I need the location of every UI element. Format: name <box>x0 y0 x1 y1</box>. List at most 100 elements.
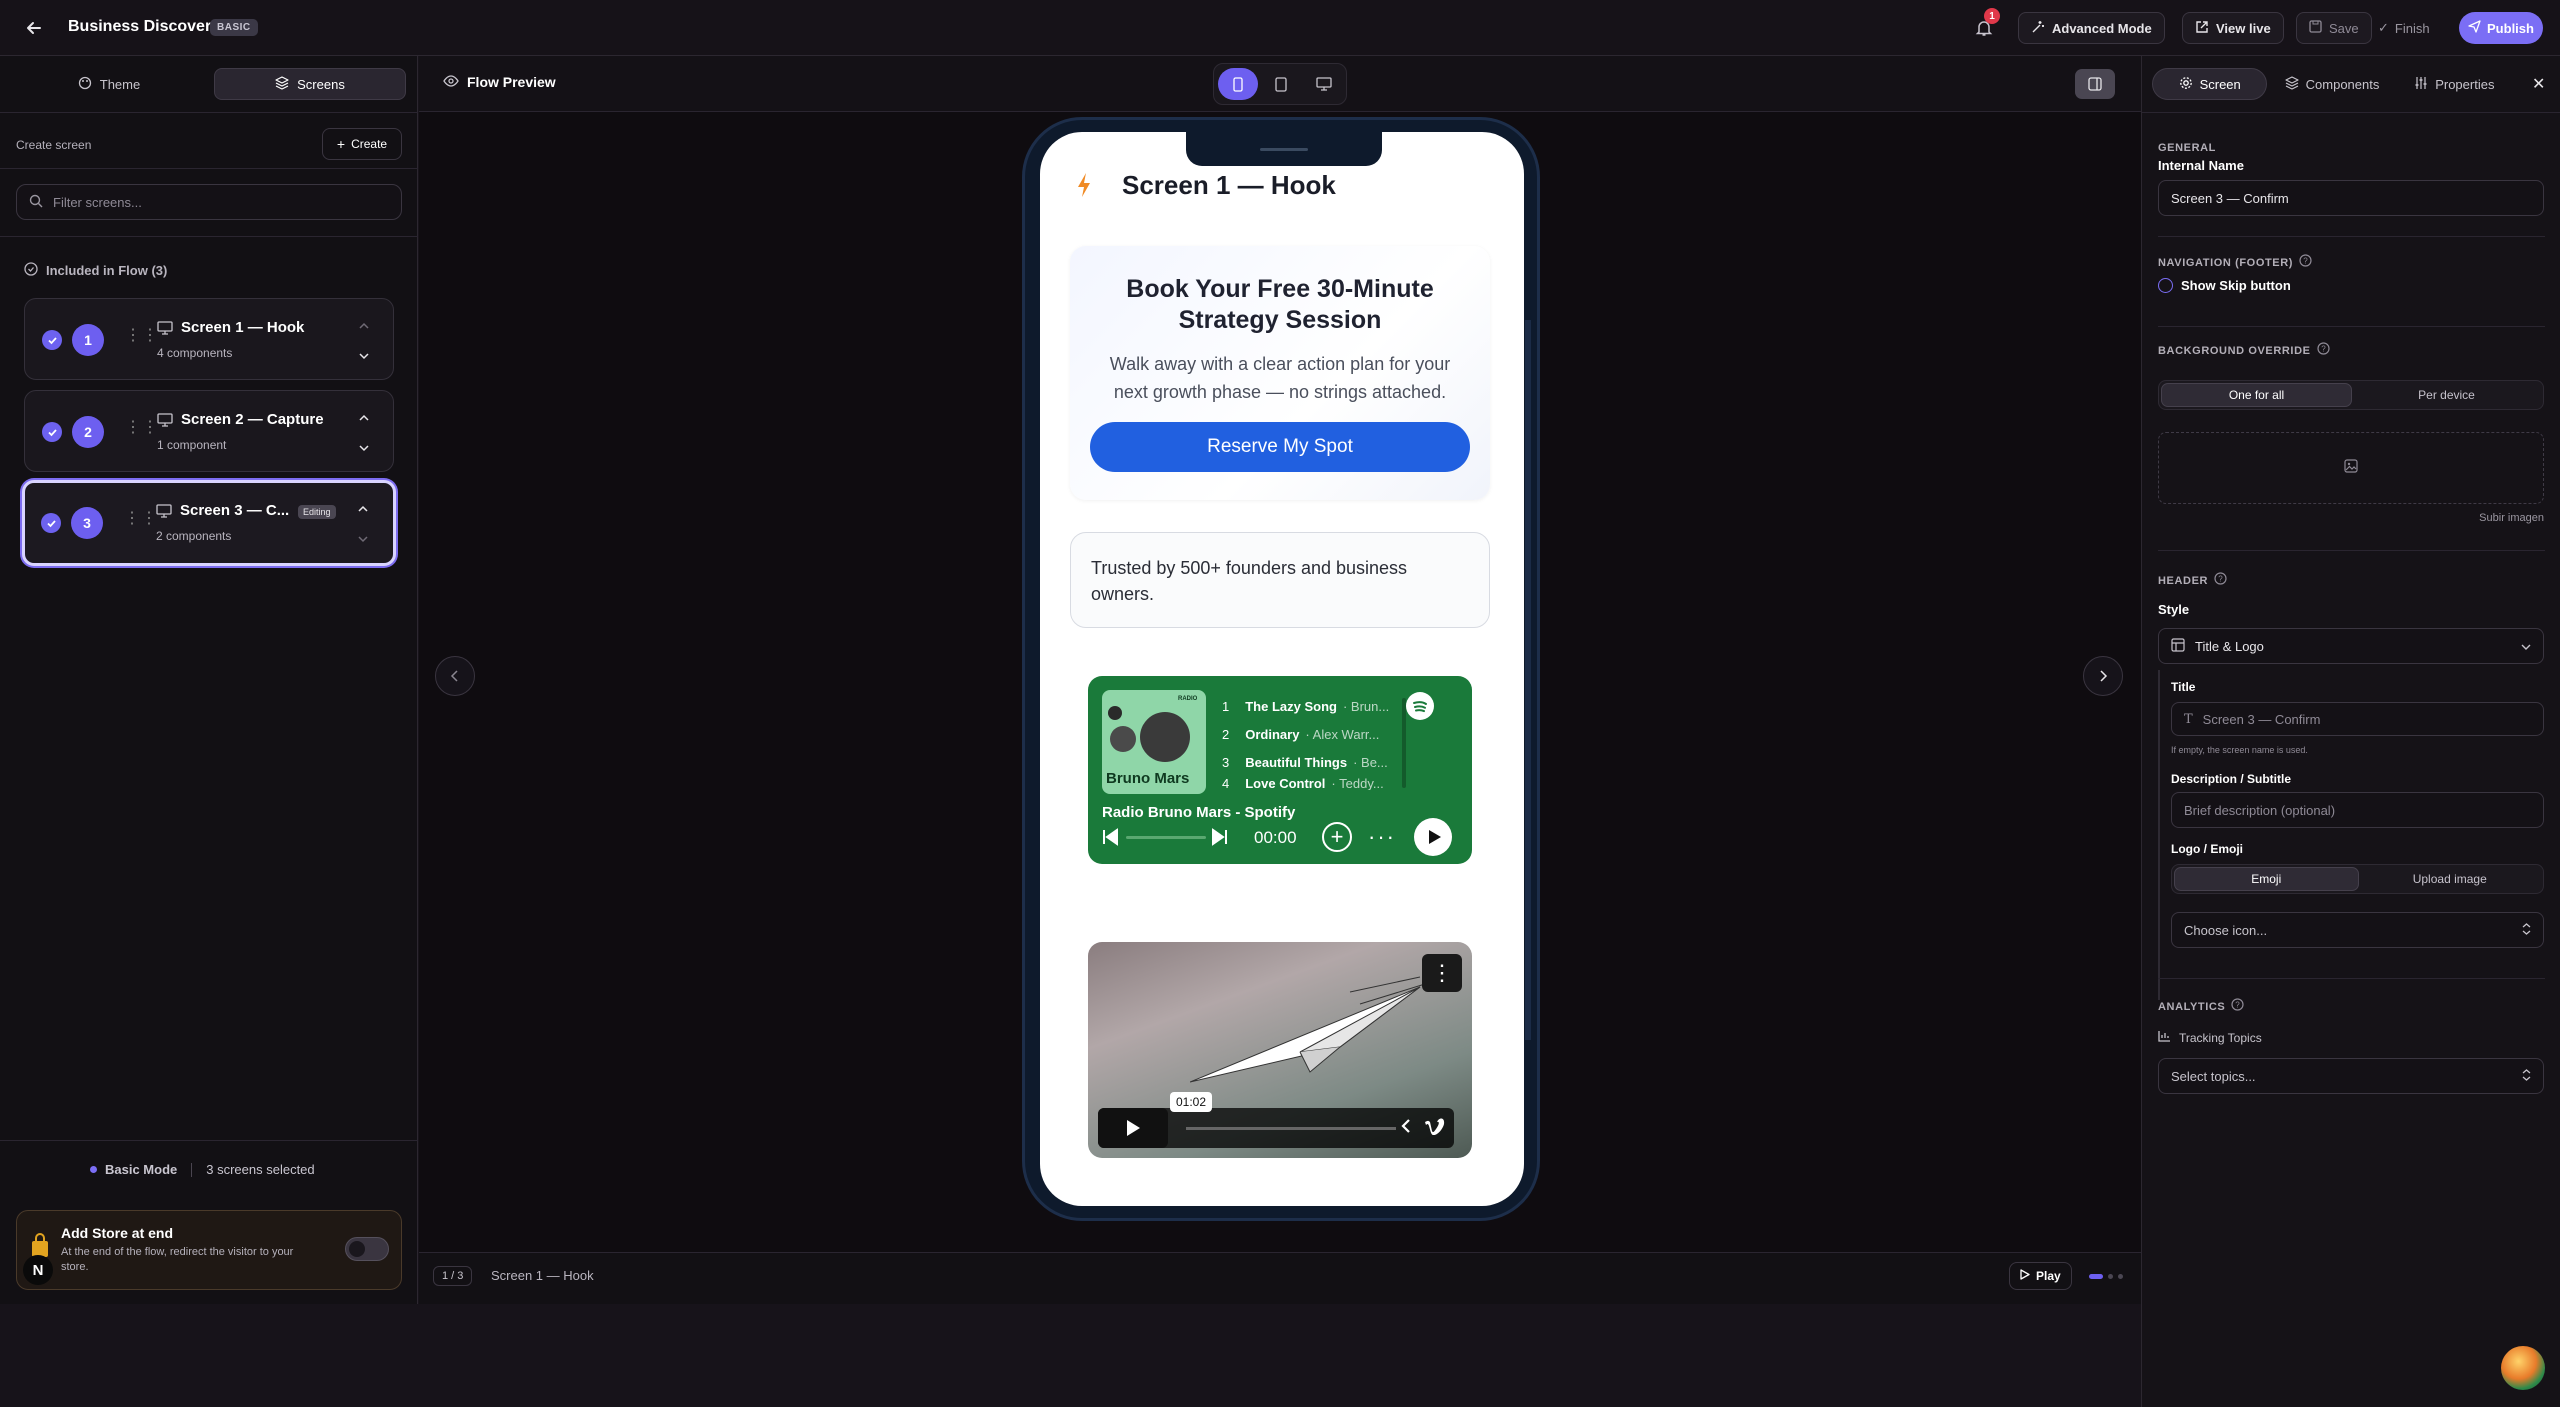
move-up-chevron-icon[interactable] <box>358 317 370 335</box>
background-image-dropzone[interactable] <box>2158 432 2544 504</box>
advanced-mode-button[interactable]: Advanced Mode <box>2018 12 2165 44</box>
save-button[interactable]: Save <box>2296 12 2372 44</box>
help-circle-icon[interactable]: ? <box>2231 998 2244 1016</box>
phone-notch <box>1186 132 1382 166</box>
add-store-toggle[interactable] <box>345 1237 389 1261</box>
help-circle-icon[interactable]: ? <box>2316 342 2330 360</box>
back-arrow-icon[interactable] <box>20 14 48 42</box>
move-down-chevron-icon[interactable] <box>358 439 370 457</box>
screen-card-3[interactable]: 3 ⋮⋮ Screen 3 — C... Editing 2 component… <box>22 480 396 566</box>
choose-icon-select[interactable]: Choose icon... <box>2171 912 2544 948</box>
upload-image-link[interactable]: Subir imagen <box>2472 512 2544 524</box>
next-track-icon[interactable] <box>1212 828 1228 851</box>
video-progress-track[interactable] <box>1186 1127 1396 1130</box>
desktop-device-icon[interactable] <box>1304 68 1344 100</box>
sparkle-wand-icon <box>2031 20 2045 37</box>
pagination-dot[interactable] <box>2108 1274 2113 1279</box>
more-dots-icon[interactable]: ··· <box>1368 824 1396 850</box>
screen-card-2[interactable]: 2 ⋮⋮ Screen 2 — Capture 1 component <box>24 390 394 472</box>
upload-image-option[interactable]: Upload image <box>2359 867 2542 891</box>
gear-icon <box>2179 76 2193 93</box>
toggle-panel-icon[interactable] <box>2075 69 2115 99</box>
filter-screens-input[interactable]: Filter screens... <box>16 184 402 220</box>
move-down-chevron-icon[interactable] <box>357 530 369 548</box>
tab-theme[interactable]: Theme <box>14 68 204 100</box>
selected-check-icon[interactable] <box>41 513 61 533</box>
video-play-icon[interactable] <box>1098 1108 1168 1148</box>
send-plane-icon <box>2468 20 2481 36</box>
plan-badge: BASIC <box>210 19 258 36</box>
toggle-knob <box>349 1241 365 1257</box>
flow-preview-title: Flow Preview <box>467 74 556 90</box>
header-section-header: HEADER ? <box>2158 572 2227 590</box>
divider <box>2158 326 2545 327</box>
per-device-option[interactable]: Per device <box>2352 383 2541 407</box>
vimeo-logo-icon[interactable] <box>1424 1117 1446 1140</box>
share-chevron-icon[interactable] <box>1400 1118 1412 1139</box>
mobile-device-icon[interactable] <box>1218 68 1258 100</box>
app-logo-n-icon[interactable]: N <box>23 1255 53 1285</box>
vimeo-video-embed[interactable]: ⋮ 01:02 <box>1088 942 1472 1158</box>
add-plus-icon[interactable]: + <box>1322 822 1352 852</box>
screen-number-badge: 1 <box>72 324 104 356</box>
close-panel-icon[interactable]: ✕ <box>2532 74 2545 94</box>
track-title: Love Control <box>1245 776 1326 790</box>
selected-check-icon[interactable] <box>42 422 62 442</box>
spotify-logo-icon[interactable] <box>1406 692 1434 720</box>
track-row[interactable]: 1 The Lazy Song · Brun... <box>1222 692 1432 720</box>
tab-properties[interactable]: Properties <box>2397 68 2512 100</box>
tab-screens[interactable]: Screens <box>214 68 406 100</box>
user-avatar[interactable] <box>2501 1346 2545 1390</box>
style-select[interactable]: Title & Logo <box>2158 628 2544 664</box>
progress-bar[interactable] <box>1126 836 1206 839</box>
drag-handle-icon[interactable]: ⋮⋮ <box>125 420 159 436</box>
tracklist-scrollbar[interactable] <box>1402 698 1406 788</box>
track-row[interactable]: 3 Beautiful Things · Be... <box>1222 748 1432 776</box>
video-menu-dots-icon[interactable]: ⋮ <box>1422 954 1462 992</box>
emoji-option[interactable]: Emoji <box>2174 867 2359 891</box>
layout-icon <box>2171 637 2185 655</box>
publish-button[interactable]: Publish <box>2459 12 2543 44</box>
help-circle-icon[interactable]: ? <box>2299 254 2312 272</box>
play-circle-icon[interactable] <box>1414 818 1452 856</box>
previous-track-icon[interactable] <box>1102 828 1118 851</box>
selected-check-icon[interactable] <box>42 330 62 350</box>
next-screen-arrow-icon[interactable] <box>2083 656 2123 696</box>
tablet-device-icon[interactable] <box>1261 68 1301 100</box>
radio-button[interactable] <box>2158 278 2173 293</box>
play-button[interactable]: Play <box>2009 1262 2072 1290</box>
project-title: Business Discovery <box>68 18 221 35</box>
editing-badge: Editing <box>298 505 336 519</box>
spotify-embed[interactable]: RADIO Bruno Mars 1 The Lazy Song · Brun...… <box>1088 676 1472 864</box>
title-input[interactable]: T Screen 3 — Confirm <box>2171 702 2544 736</box>
screen-card-1[interactable]: 1 ⋮⋮ Screen 1 — Hook 4 components <box>24 298 394 380</box>
reserve-spot-button[interactable]: Reserve My Spot <box>1090 422 1470 472</box>
select-topics-dropdown[interactable]: Select topics... <box>2158 1058 2544 1094</box>
description-input[interactable]: Brief description (optional) <box>2171 792 2544 828</box>
move-down-chevron-icon[interactable] <box>358 347 370 365</box>
show-skip-option[interactable]: Show Skip button <box>2158 278 2291 293</box>
pagination-dot[interactable] <box>2118 1274 2123 1279</box>
pagination-dot-active[interactable] <box>2089 1274 2103 1279</box>
tab-components[interactable]: Components <box>2273 68 2390 100</box>
track-row[interactable]: 4 Love Control · Teddy... <box>1222 776 1432 790</box>
internal-name-input[interactable]: Screen 3 — Confirm <box>2158 180 2544 216</box>
finish-button[interactable]: ✓ Finish <box>2378 12 2430 44</box>
track-row[interactable]: 2 Ordinary · Alex Warr... <box>1222 720 1432 748</box>
create-screen-button[interactable]: + Create <box>322 128 402 160</box>
drag-handle-icon[interactable]: ⋮⋮ <box>125 328 159 344</box>
move-up-chevron-icon[interactable] <box>358 409 370 427</box>
tab-screen[interactable]: Screen <box>2152 68 2268 100</box>
sliders-icon <box>2414 76 2428 93</box>
view-live-button[interactable]: View live <box>2182 12 2284 44</box>
one-for-all-option[interactable]: One for all <box>2161 383 2352 407</box>
hero-description: Walk away with a clear action plan for y… <box>1109 354 1451 402</box>
move-up-chevron-icon[interactable] <box>357 500 369 518</box>
page-indicator: 1 / 3 <box>433 1266 473 1286</box>
phone-scrollbar[interactable] <box>1525 320 1531 1040</box>
help-circle-icon[interactable]: ? <box>2214 572 2227 590</box>
drag-handle-icon[interactable]: ⋮⋮ <box>124 511 158 527</box>
divider <box>0 112 418 113</box>
screen-heading: Screen 1 — Hook <box>1122 170 1336 200</box>
previous-screen-arrow-icon[interactable] <box>435 656 475 696</box>
